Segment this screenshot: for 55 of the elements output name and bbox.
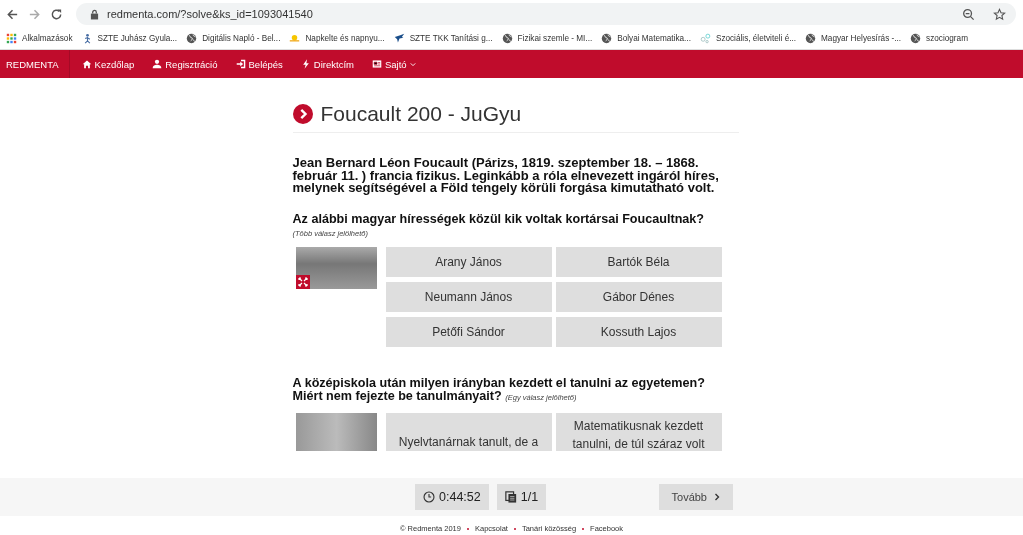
bird-icon — [393, 33, 405, 44]
bookmark-link[interactable]: Napkelte és napnyu... — [289, 33, 385, 44]
page-counter: 1/1 — [496, 484, 547, 510]
back-icon[interactable] — [6, 7, 19, 21]
page-title: Foucault 200 - JuGyu — [320, 102, 522, 126]
zoom-icon[interactable] — [962, 7, 975, 21]
nav-link[interactable]: Direktcím — [300, 58, 354, 70]
bookmark-link[interactable]: Fizikai szemle - MI... — [501, 33, 593, 44]
address-bar[interactable]: redmenta.com/?solve&ks_id=1093041540 — [76, 3, 1016, 25]
answer-option[interactable]: Petőfi Sándor — [385, 316, 552, 347]
next-button[interactable]: Tovább — [658, 484, 733, 510]
globe-icon — [186, 33, 198, 44]
nav-link[interactable]: Kezdőlap — [81, 58, 135, 70]
sun-icon — [289, 33, 301, 44]
url-text: redmenta.com/?solve&ks_id=1093041540 — [107, 8, 313, 20]
answer-option[interactable]: Neumann János — [385, 281, 552, 312]
answer-option[interactable]: Bartók Béla — [555, 246, 722, 277]
bookmark-link[interactable]: Alkalmazások — [6, 33, 73, 44]
lock-icon — [90, 8, 99, 20]
bookmark-link[interactable]: SZTE TKK Tanítási g... — [393, 33, 493, 44]
lightning-icon — [300, 59, 311, 69]
intro-paragraph: Jean Bernard Léon Foucault (Párizs, 1819. szeptember 18. – 1868. február 11. ) francia fizikus. Leginkább a róla elnevezett ingáról híres, melynek segítségével a Föld tengely körüli forgása kimutatható volt. — [292, 157, 720, 195]
nav-link[interactable]: Belépés — [235, 58, 283, 70]
apps-grid-icon — [6, 33, 17, 44]
bookmark-link[interactable]: Digitális Napló - Bel... — [186, 33, 281, 44]
bookmark-link[interactable]: Szociális, életviteli é... — [699, 33, 796, 44]
globe-icon — [910, 33, 922, 44]
brand-link[interactable]: REDMENTA — [0, 50, 70, 78]
home-icon — [81, 59, 92, 69]
bookmark-link[interactable]: Magyar Helyesírás -... — [805, 33, 902, 44]
answer-option[interactable]: Nyelvtanárnak tanult, de a — [385, 412, 552, 451]
newspaper-icon — [372, 59, 382, 69]
star-icon[interactable] — [993, 7, 1006, 21]
user-icon — [152, 59, 163, 69]
chevron-circle-icon — [292, 104, 313, 124]
nav-link[interactable]: Regisztráció — [152, 58, 218, 70]
nav-link[interactable]: Sajtó — [372, 58, 416, 70]
bubbles-icon — [699, 33, 711, 44]
answer-option[interactable]: Kossuth Lajos — [555, 316, 722, 347]
answer-option[interactable]: Matematikusnak kezdett tanulni, de túl száraz volt — [555, 412, 722, 451]
chevron-right-icon — [714, 493, 720, 501]
globe-icon — [601, 33, 613, 44]
sign-in-icon — [235, 59, 246, 69]
answer-option[interactable]: Arany János — [385, 246, 552, 277]
reload-icon[interactable] — [50, 7, 63, 21]
bookmark-link[interactable]: SZTE Juhász Gyula... — [81, 33, 178, 44]
globe-icon — [501, 33, 513, 44]
question-text: Az alábbi magyar hírességek közül kik voltak kortársai Foucaultnak? — [292, 212, 706, 226]
timer: 0:44:52 — [415, 484, 489, 510]
bookmark-link[interactable]: szociogram — [910, 33, 968, 44]
answer-option[interactable]: Gábor Dénes — [555, 281, 722, 312]
globe-icon — [805, 33, 816, 44]
pages-icon — [504, 491, 517, 503]
clock-icon — [423, 491, 435, 503]
bookmark-link[interactable]: Bolyai Matematika... — [601, 33, 691, 44]
